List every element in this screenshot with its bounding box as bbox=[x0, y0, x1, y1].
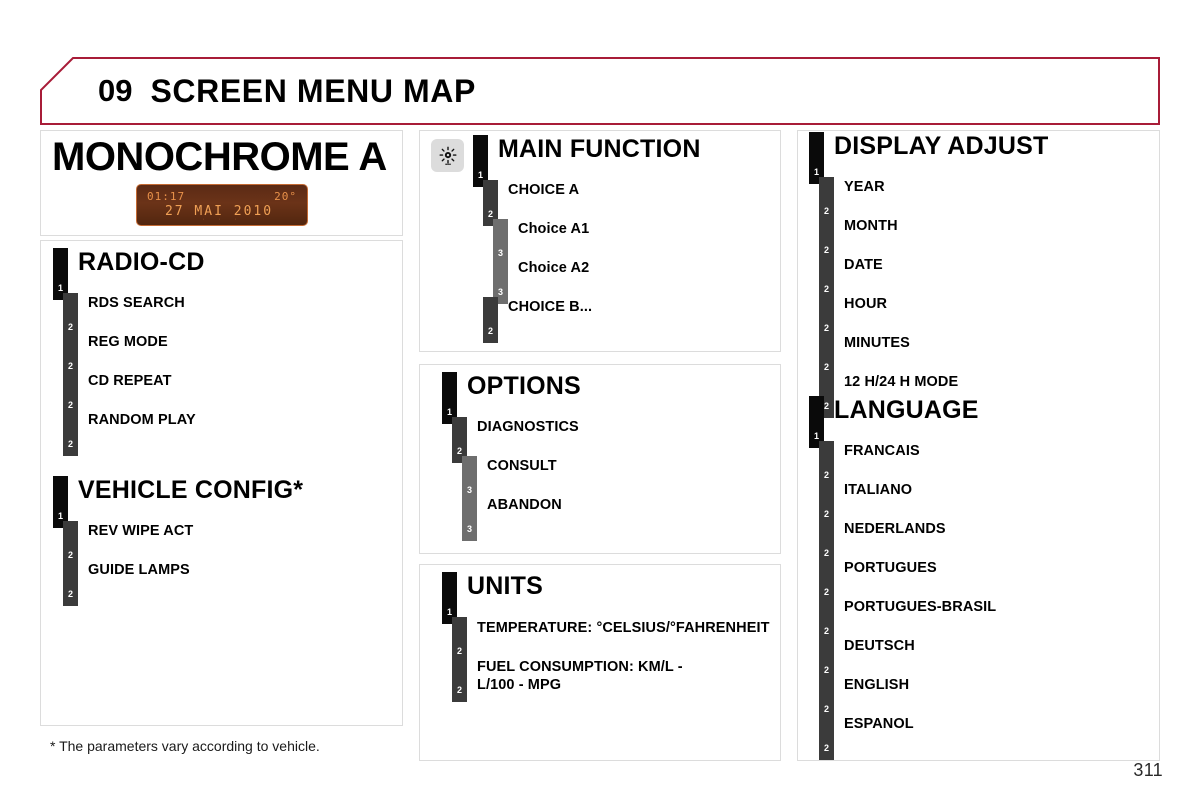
menu-item-abandon[interactable]: 3 ABANDON bbox=[462, 495, 581, 541]
menu-item-label: FRANCAIS bbox=[844, 443, 920, 459]
menu-item-label: DEUTSCH bbox=[844, 638, 915, 654]
menu-item-label: YEAR bbox=[844, 179, 885, 195]
chapter-header-banner: 09 SCREEN MENU MAP bbox=[40, 57, 1160, 125]
menu-item-label: NEDERLANDS bbox=[844, 521, 946, 537]
brightness-sun-icon bbox=[431, 139, 464, 172]
menu-group-language: 1 LANGUAGE 2 FRANCAIS 2 ITALIANO 2 NEDER… bbox=[809, 396, 997, 760]
menu-item-random-play[interactable]: 2 RANDOM PLAY bbox=[63, 410, 205, 456]
menu-item-label: 12 H/24 H MODE bbox=[844, 374, 959, 390]
footnote-text: * The parameters vary according to vehic… bbox=[50, 738, 320, 754]
menu-item-choice-b[interactable]: 2 CHOICE B... bbox=[483, 297, 701, 343]
menu-item-guide-lamps[interactable]: 2 GUIDE LAMPS bbox=[63, 560, 303, 606]
menu-item-label: ABANDON bbox=[487, 497, 562, 513]
menu-group-units: 1 UNITS 2 TEMPERATURE: °CELSIUS/°FAHRENH… bbox=[442, 572, 770, 702]
menu-item-label: RDS SEARCH bbox=[88, 295, 185, 311]
menu-group-display-adjust: 1 DISPLAY ADJUST 2 YEAR 2 MONTH 2 DATE 2 bbox=[809, 132, 1048, 418]
menu-item-label: RADIO-CD bbox=[78, 248, 205, 276]
menu-item-label: TEMPERATURE: °CELSIUS/°FAHRENHEIT bbox=[477, 620, 770, 636]
menu-item-label: MINUTES bbox=[844, 335, 910, 351]
menu-group-vehicle-config: 1 VEHICLE CONFIG* 2 REV WIPE ACT 2 GUIDE… bbox=[53, 476, 303, 606]
monochrome-title: MONOCHROME A bbox=[52, 135, 387, 179]
menu-item-label: CONSULT bbox=[487, 458, 557, 474]
units-panel: 1 UNITS 2 TEMPERATURE: °CELSIUS/°FAHRENH… bbox=[419, 564, 781, 761]
menu-item-label: ESPANOL bbox=[844, 716, 914, 732]
menu-item-label: PORTUGUES-BRASIL bbox=[844, 599, 997, 615]
left-menu-panel: 1 RADIO-CD 2 RDS SEARCH 2 REG MODE 2 CD … bbox=[40, 240, 403, 726]
lcd-temperature: 20° bbox=[274, 190, 297, 203]
menu-item-label: CD REPEAT bbox=[88, 373, 172, 389]
menu-item-label: ITALIANO bbox=[844, 482, 913, 498]
lcd-display-preview: 01:17 20° 27 MAI 2010 · · · bbox=[136, 184, 308, 226]
menu-item-label: DIAGNOSTICS bbox=[477, 419, 579, 435]
menu-item-label: LANGUAGE bbox=[834, 396, 979, 424]
menu-item-label: CHOICE A bbox=[508, 182, 580, 198]
level-2-marker: 2 bbox=[819, 714, 834, 760]
menu-item-label: FUEL CONSUMPTION: KM/L - L/100 - MPG bbox=[477, 659, 683, 693]
menu-item-label: CHOICE B... bbox=[508, 299, 593, 315]
menu-item-label: HOUR bbox=[844, 296, 888, 312]
menu-item-label: RANDOM PLAY bbox=[88, 412, 196, 428]
menu-group-options: 1 OPTIONS 2 DIAGNOSTICS 3 CONSULT 3 ABAN… bbox=[442, 372, 581, 541]
level-2-marker: 2 bbox=[452, 656, 467, 702]
page-number: 311 bbox=[1133, 760, 1163, 780]
menu-item-label: PORTUGUES bbox=[844, 560, 937, 576]
menu-item-label: DISPLAY ADJUST bbox=[834, 132, 1049, 160]
sun-glyph bbox=[439, 146, 456, 165]
menu-item-label: REG MODE bbox=[88, 334, 168, 350]
menu-item-label: GUIDE LAMPS bbox=[88, 562, 190, 578]
menu-item-label: REV WIPE ACT bbox=[88, 523, 194, 539]
menu-item-label: ENGLISH bbox=[844, 677, 910, 693]
level-2-marker: 2 bbox=[483, 297, 498, 343]
options-panel: 1 OPTIONS 2 DIAGNOSTICS 3 CONSULT 3 ABAN… bbox=[419, 364, 781, 554]
level-3-marker: 3 bbox=[462, 495, 477, 541]
menu-group-radio-cd: 1 RADIO-CD 2 RDS SEARCH 2 REG MODE 2 CD … bbox=[53, 248, 205, 456]
lcd-clock: 01:17 bbox=[147, 190, 186, 203]
menu-item-label: UNITS bbox=[467, 572, 543, 600]
main-function-panel: 1 MAIN FUNCTION 2 CHOICE A 3 Choice A1 3… bbox=[419, 130, 781, 352]
menu-item-label: OPTIONS bbox=[467, 372, 581, 400]
level-2-marker: 2 bbox=[63, 560, 78, 606]
chapter-number: 09 bbox=[98, 73, 133, 108]
menu-item-label: Choice A2 bbox=[518, 260, 590, 276]
lcd-indicators: · · · bbox=[201, 217, 243, 223]
menu-item-label: DATE bbox=[844, 257, 883, 273]
page-title: SCREEN MENU MAP bbox=[150, 72, 476, 109]
menu-item-label: MAIN FUNCTION bbox=[498, 135, 701, 163]
menu-item-fuel-consumption-units[interactable]: 2 FUEL CONSUMPTION: KM/L - L/100 - MPG bbox=[452, 656, 770, 702]
menu-item-espanol[interactable]: 2 ESPANOL bbox=[819, 714, 996, 760]
monochrome-panel: MONOCHROME A 01:17 20° 27 MAI 2010 · · · bbox=[40, 130, 403, 236]
menu-group-main-function: 1 MAIN FUNCTION 2 CHOICE A 3 Choice A1 3… bbox=[473, 135, 701, 343]
menu-item-label: Choice A1 bbox=[518, 221, 590, 237]
right-menu-panel: 1 DISPLAY ADJUST 2 YEAR 2 MONTH 2 DATE 2 bbox=[797, 130, 1160, 761]
menu-item-label: VEHICLE CONFIG* bbox=[78, 476, 304, 504]
level-2-marker: 2 bbox=[63, 410, 78, 456]
menu-item-label: MONTH bbox=[844, 218, 898, 234]
